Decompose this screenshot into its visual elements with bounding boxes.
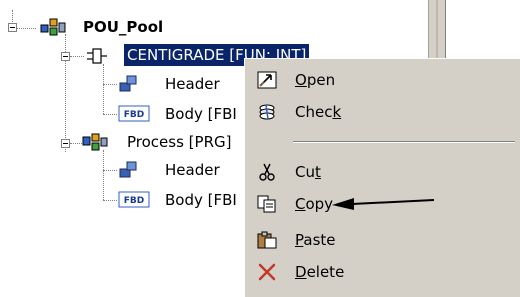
delete-icon <box>257 263 277 281</box>
menu-item-label: Delete <box>295 263 345 281</box>
tree-line <box>103 64 104 114</box>
context-menu: Open Check Cut Copy Paste Delete <box>244 58 520 297</box>
menu-item-label: Paste <box>295 231 336 249</box>
menu-item-label: Open <box>295 71 336 89</box>
menu-item-check[interactable]: Check <box>247 97 520 127</box>
tree-node-body[interactable]: Body [FBI <box>162 103 240 125</box>
collapse-toggle[interactable] <box>61 52 70 61</box>
copy-icon <box>257 195 277 213</box>
menu-item-cut[interactable]: Cut <box>247 157 520 187</box>
paste-icon <box>257 231 277 249</box>
tree-line <box>103 170 117 171</box>
menu-item-label: Cut <box>295 163 321 181</box>
menu-item-delete[interactable]: Delete <box>247 257 520 287</box>
tree-node-pou-pool[interactable]: POU_Pool <box>80 16 166 38</box>
tree-line <box>16 28 36 29</box>
tree-node-body[interactable]: Body [FBI <box>162 189 240 211</box>
tree-line <box>103 114 117 115</box>
tree-node-header[interactable]: Header <box>162 73 223 95</box>
tree-line <box>70 56 84 57</box>
tree-line <box>103 150 104 200</box>
menu-item-label: Copy <box>295 195 334 213</box>
cut-icon <box>257 163 277 181</box>
header-icon <box>118 72 140 98</box>
menu-item-open[interactable]: Open <box>247 65 520 95</box>
tree-node-label: Header <box>165 161 220 179</box>
tree-node-label: Body [FBI <box>165 105 237 123</box>
fbd-badge-text: FBD <box>124 196 144 206</box>
collapse-toggle[interactable] <box>61 139 70 148</box>
menu-separator <box>293 141 515 143</box>
fbd-icon: FBD <box>118 104 150 128</box>
menu-item-label: Check <box>295 103 342 121</box>
open-icon <box>257 71 277 89</box>
annotation-arrow <box>332 198 435 210</box>
check-icon <box>257 103 277 121</box>
header-icon <box>118 158 140 184</box>
collapse-toggle[interactable] <box>8 23 17 32</box>
tree-node-label: Body [FBI <box>165 191 237 209</box>
fbd-badge-text: FBD <box>124 110 144 120</box>
tree-node-label: Header <box>165 75 220 93</box>
tree-node-label: Process [PRG] <box>127 133 232 151</box>
function-icon <box>86 45 108 71</box>
program-icon <box>82 132 108 156</box>
tree-node-process[interactable]: Process [PRG] <box>124 131 234 153</box>
tree-node-label: POU_Pool <box>83 18 164 36</box>
pou-pool-icon <box>40 17 66 41</box>
tree-line <box>103 84 117 85</box>
fbd-icon: FBD <box>118 190 150 214</box>
menu-item-paste[interactable]: Paste <box>247 225 520 255</box>
tree-line <box>12 10 13 24</box>
tree-node-header[interactable]: Header <box>162 159 223 181</box>
tree-line <box>103 200 117 201</box>
